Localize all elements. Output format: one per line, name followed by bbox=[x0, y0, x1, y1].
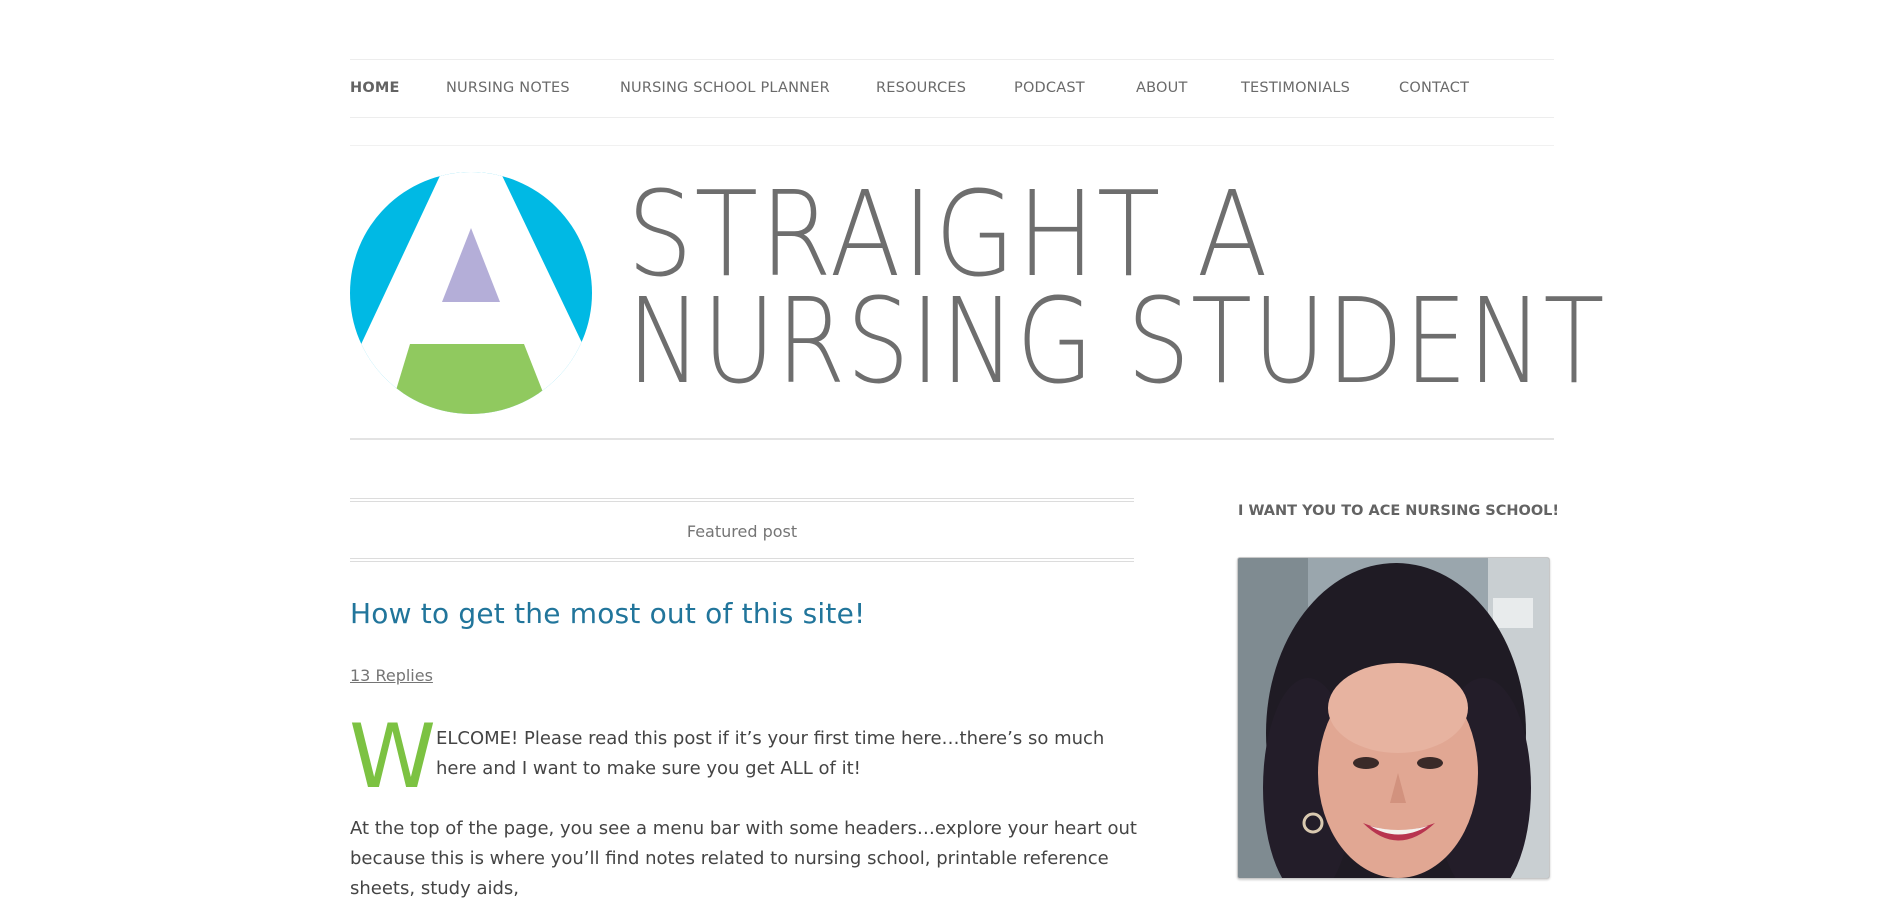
post-body-paragraph: At the top of the page, you see a menu b… bbox=[350, 818, 1137, 899]
post-intro-paragraph: ELCOME! Please read this post if it’s yo… bbox=[436, 728, 1105, 779]
header-divider bbox=[350, 145, 1554, 146]
main-navigation: HOME NURSING NOTES NURSING SCHOOL PLANNE… bbox=[350, 59, 1554, 118]
site-title-line-2: NURSING STUDENT bbox=[627, 272, 1606, 410]
drop-cap: W bbox=[349, 705, 437, 808]
sidebar-widget-title: I WANT YOU TO ACE NURSING SCHOOL! bbox=[1238, 503, 1560, 519]
replies-link[interactable]: 13 Replies bbox=[350, 666, 433, 685]
featured-post-bar: Featured post bbox=[350, 498, 1134, 562]
nav-item-podcast[interactable]: PODCAST bbox=[1014, 80, 1085, 96]
site-logo bbox=[350, 172, 592, 414]
site-banner[interactable]: STRAIGHT A NURSING STUDENT bbox=[350, 170, 1604, 440]
featured-post-label: Featured post bbox=[686, 522, 798, 541]
post-title-link[interactable]: How to get the most out of this site! bbox=[350, 597, 865, 630]
logo-base bbox=[390, 344, 550, 414]
nav-item-testimonials[interactable]: TESTIMONIALS bbox=[1241, 80, 1350, 96]
nav-item-nursing-notes[interactable]: NURSING NOTES bbox=[446, 80, 570, 96]
author-photo-illustration bbox=[1238, 558, 1549, 878]
nav-item-resources[interactable]: RESOURCES bbox=[876, 80, 966, 96]
nav-item-nursing-school-planner[interactable]: NURSING SCHOOL PLANNER bbox=[620, 80, 830, 96]
site-title: STRAIGHT A NURSING STUDENT bbox=[627, 170, 1604, 438]
nav-item-about[interactable]: ABOUT bbox=[1136, 80, 1188, 96]
author-photo bbox=[1237, 557, 1550, 879]
nav-item-home[interactable]: HOME bbox=[350, 80, 400, 96]
nav-item-contact[interactable]: CONTACT bbox=[1399, 80, 1469, 96]
